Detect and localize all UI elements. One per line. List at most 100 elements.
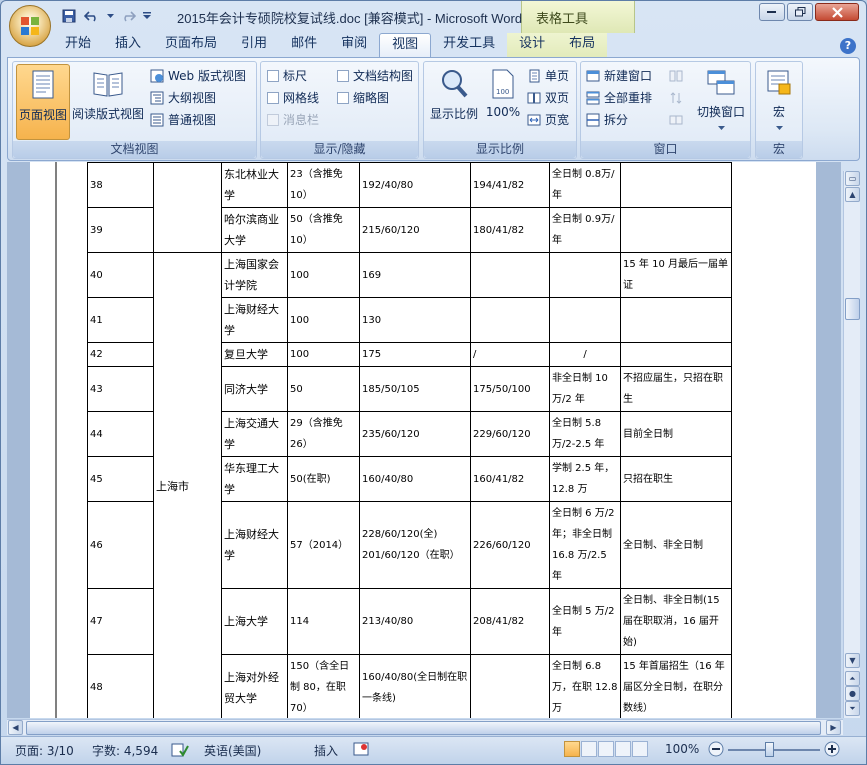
insert-mode-indicator[interactable]: 插入 (314, 742, 338, 759)
tab-page-layout[interactable]: 页面布局 (153, 33, 229, 57)
score-2014-cell: 160/41/82 (470, 456, 550, 502)
close-button[interactable] (815, 3, 859, 21)
macros-button[interactable]: 宏 (758, 64, 800, 140)
table-row[interactable]: 40 上海市 上海国家会计学院 100 169 15 年 10 月最后一届单证 (87, 252, 732, 718)
gridlines-checkbox[interactable]: 网格线 (267, 88, 319, 108)
tab-layout[interactable]: 布局 (557, 33, 608, 57)
page-count[interactable]: 页面: 3/10 (15, 742, 74, 759)
next-page-icon[interactable]: ⏷ (845, 701, 860, 716)
table[interactable]: 38 东北林业大学 23（含推免10） 192/40/80 194/41/82 … (87, 162, 732, 718)
doc-map-checkbox[interactable]: 文档结构图 (337, 66, 413, 86)
arrange-all-button[interactable]: 全部重排 (586, 88, 652, 108)
outline-button[interactable]: 大纲视图 (150, 88, 216, 108)
two-pages-button[interactable]: 双页 (527, 88, 569, 108)
row-number: 46 (87, 501, 154, 589)
title-bar: 表格工具 2015年会计专硕院校复试线.doc [兼容模式] - Microso… (1, 1, 866, 33)
tab-developer[interactable]: 开发工具 (431, 33, 507, 57)
customize-qat-icon[interactable] (141, 7, 153, 25)
quota-cell: 100 (287, 297, 360, 343)
tab-insert[interactable]: 插入 (103, 33, 153, 57)
vertical-scrollbar[interactable]: ▭ ▲ ▼ ⏶ ● ⏷ (843, 171, 860, 718)
quick-access-toolbar (59, 7, 153, 25)
undo-dropdown-icon[interactable] (105, 7, 115, 25)
print-layout-view-icon[interactable] (564, 741, 580, 757)
office-button[interactable] (9, 5, 51, 47)
page-width-icon (527, 114, 541, 126)
thumbnails-checkbox-box[interactable] (337, 92, 349, 104)
document-area[interactable]: 38 东北林业大学 23（含推免10） 192/40/80 194/41/82 … (7, 162, 841, 718)
zoom-level[interactable]: 100% (665, 742, 699, 756)
gridlines-checkbox-box[interactable] (267, 92, 279, 104)
score-2015-cell: 175 (359, 342, 471, 367)
horizontal-scrollbar[interactable]: ◀ ▶ (7, 719, 843, 735)
group-show-hide: 标尺 网格线 消息栏 文档结构图 缩略图 显示/隐藏 (260, 61, 419, 159)
doc-map-checkbox-box[interactable] (337, 70, 349, 82)
print-layout-button[interactable]: 页面视图 (16, 64, 70, 140)
scroll-up-icon[interactable]: ▲ (845, 187, 860, 202)
reading-view-icon[interactable] (581, 741, 597, 757)
scroll-down-icon[interactable]: ▼ (845, 653, 860, 668)
language-indicator[interactable]: 英语(美国) (204, 742, 261, 759)
new-window-button[interactable]: 新建窗口 (586, 66, 652, 86)
ruler-checkbox-box[interactable] (267, 70, 279, 82)
zoom-in-icon[interactable] (824, 741, 840, 760)
select-browse-object-icon[interactable]: ● (845, 686, 860, 701)
scroll-right-icon[interactable]: ▶ (826, 720, 841, 735)
previous-page-icon[interactable]: ⏶ (845, 671, 860, 686)
tuition-cell: 全日制 6 万/2 年；非全日制 16.8 万/2.5 年 (549, 501, 621, 589)
vertical-scroll-thumb[interactable] (845, 298, 860, 320)
page-width-button[interactable]: 页宽 (527, 110, 569, 130)
one-page-icon (529, 69, 540, 83)
document-page[interactable]: 38 东北林业大学 23（含推免10） 192/40/80 194/41/82 … (30, 162, 816, 718)
restore-button[interactable] (787, 3, 813, 21)
tab-home[interactable]: 开始 (53, 33, 103, 57)
word-window: 表格工具 2015年会计专硕院校复试线.doc [兼容模式] - Microso… (0, 0, 867, 765)
score-2014-cell: 229/60/120 (470, 411, 550, 457)
scroll-left-icon[interactable]: ◀ (8, 720, 23, 735)
redo-icon[interactable] (118, 7, 138, 25)
word-count[interactable]: 字数: 4,594 (92, 742, 158, 759)
macro-record-icon[interactable] (353, 742, 369, 759)
print-layout-label: 页面视图 (18, 108, 67, 122)
full-screen-reading-button[interactable]: 阅读版式视图 (71, 64, 145, 140)
switch-windows-button[interactable]: 切换窗口 (693, 64, 749, 140)
ruler-toggle-icon[interactable]: ▭ (845, 171, 860, 186)
tuition-cell: 全日制 5.8万/2-2.5 年 (549, 411, 621, 457)
horizontal-scroll-thumb[interactable] (26, 721, 821, 735)
score-2015-cell: 215/60/120 (359, 207, 471, 253)
zoom-button[interactable]: 显示比例 (426, 64, 482, 140)
draft-button[interactable]: 普通视图 (150, 110, 216, 130)
score-2014-cell (470, 252, 550, 298)
zoom-out-icon[interactable] (708, 741, 724, 760)
tab-design[interactable]: 设计 (507, 33, 558, 57)
ruler-checkbox[interactable]: 标尺 (267, 66, 307, 86)
view-side-by-side-button (669, 66, 683, 86)
sync-scroll-button (669, 88, 683, 108)
web-view-icon[interactable] (598, 741, 614, 757)
arrange-all-icon (586, 91, 600, 105)
doc-map-label: 文档结构图 (353, 69, 414, 83)
thumbnails-checkbox[interactable]: 缩略图 (337, 88, 389, 108)
proofing-icon[interactable] (171, 742, 189, 761)
zoom-100-button[interactable]: 100 100% (482, 64, 524, 140)
help-icon[interactable]: ? (840, 38, 856, 54)
split-button[interactable]: 拆分 (586, 110, 628, 130)
save-icon[interactable] (59, 7, 79, 25)
note-cell: 15 年 10 月最后一届单证 (620, 252, 732, 298)
zoom-slider[interactable] (728, 749, 820, 751)
web-layout-button[interactable]: Web 版式视图 (150, 66, 246, 86)
zoom-slider-thumb[interactable] (765, 742, 774, 757)
draft-view-icon[interactable] (632, 741, 648, 757)
tab-mailings[interactable]: 邮件 (279, 33, 329, 57)
tab-references[interactable]: 引用 (229, 33, 279, 57)
table-row[interactable]: 38 东北林业大学 23（含推免10） 192/40/80 194/41/82 … (87, 162, 732, 253)
minimize-button[interactable] (759, 3, 785, 21)
undo-icon[interactable] (82, 7, 102, 25)
tab-view[interactable]: 视图 (379, 33, 432, 57)
thumbnails-label: 缩略图 (353, 91, 390, 105)
row-number: 41 (87, 297, 154, 343)
row-number: 48 (87, 654, 154, 718)
outline-view-icon[interactable] (615, 741, 631, 757)
tab-review[interactable]: 审阅 (329, 33, 379, 57)
one-page-button[interactable]: 单页 (527, 66, 569, 86)
